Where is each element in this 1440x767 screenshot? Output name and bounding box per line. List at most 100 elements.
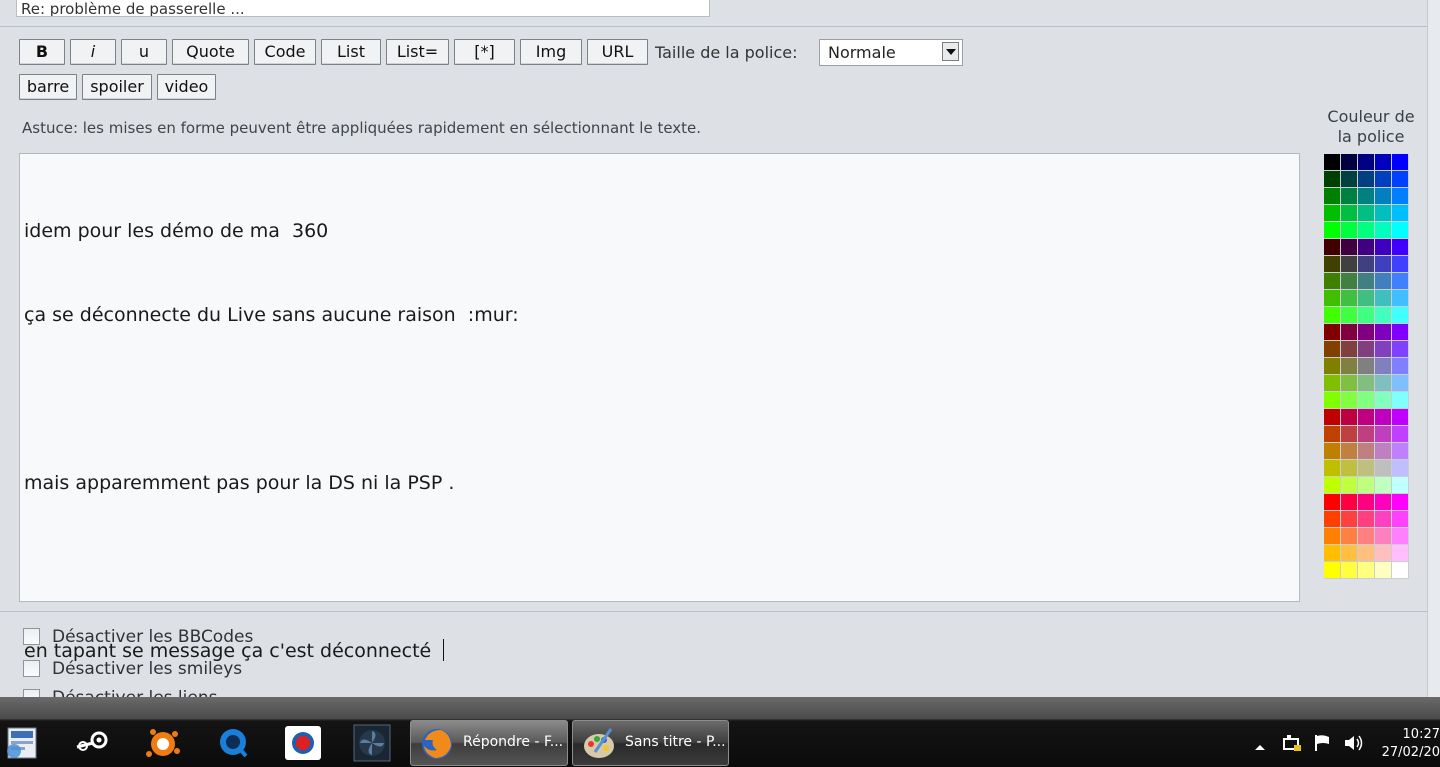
color-swatch[interactable]: [1375, 188, 1392, 205]
color-swatch[interactable]: [1341, 205, 1358, 222]
color-swatch[interactable]: [1392, 256, 1409, 273]
show-hidden-icons-button[interactable]: [1253, 737, 1267, 756]
color-swatch[interactable]: [1358, 307, 1375, 324]
color-swatch[interactable]: [1341, 562, 1358, 579]
color-swatch[interactable]: [1358, 392, 1375, 409]
color-swatch[interactable]: [1358, 562, 1375, 579]
color-swatch[interactable]: [1341, 341, 1358, 358]
color-swatch[interactable]: [1375, 307, 1392, 324]
color-swatch[interactable]: [1375, 460, 1392, 477]
color-swatch[interactable]: [1324, 375, 1341, 392]
color-swatch[interactable]: [1358, 375, 1375, 392]
color-swatch[interactable]: [1375, 290, 1392, 307]
color-swatch[interactable]: [1324, 307, 1341, 324]
taskbar-task-firefox[interactable]: Répondre - F...: [410, 720, 568, 766]
color-swatch[interactable]: [1375, 443, 1392, 460]
color-swatch[interactable]: [1375, 222, 1392, 239]
color-swatch[interactable]: [1341, 392, 1358, 409]
color-swatch[interactable]: [1375, 511, 1392, 528]
color-swatch[interactable]: [1358, 545, 1375, 562]
color-swatch[interactable]: [1341, 511, 1358, 528]
color-swatch[interactable]: [1375, 528, 1392, 545]
color-swatch[interactable]: [1341, 545, 1358, 562]
color-swatch[interactable]: [1392, 273, 1409, 290]
color-swatch[interactable]: [1392, 239, 1409, 256]
color-swatch[interactable]: [1392, 188, 1409, 205]
color-swatch[interactable]: [1341, 375, 1358, 392]
color-swatch[interactable]: [1324, 171, 1341, 188]
color-swatch[interactable]: [1375, 239, 1392, 256]
color-swatch[interactable]: [1375, 494, 1392, 511]
color-swatch[interactable]: [1375, 562, 1392, 579]
color-swatch[interactable]: [1341, 273, 1358, 290]
color-swatch[interactable]: [1341, 460, 1358, 477]
color-swatch[interactable]: [1341, 239, 1358, 256]
color-swatch[interactable]: [1392, 426, 1409, 443]
color-swatch[interactable]: [1375, 426, 1392, 443]
image-button[interactable]: Img: [520, 39, 582, 65]
steam-icon[interactable]: [73, 724, 113, 762]
color-swatch[interactable]: [1324, 477, 1341, 494]
color-swatch[interactable]: [1358, 477, 1375, 494]
color-swatch[interactable]: [1324, 409, 1341, 426]
list-button[interactable]: List: [321, 39, 381, 65]
color-swatch[interactable]: [1392, 562, 1409, 579]
color-swatch[interactable]: [1324, 341, 1341, 358]
color-swatch[interactable]: [1375, 392, 1392, 409]
color-swatch[interactable]: [1392, 375, 1409, 392]
ordered-list-button[interactable]: List=: [386, 39, 449, 65]
color-swatch[interactable]: [1324, 222, 1341, 239]
color-swatch[interactable]: [1392, 477, 1409, 494]
color-swatch[interactable]: [1358, 188, 1375, 205]
color-swatch[interactable]: [1375, 256, 1392, 273]
color-swatch[interactable]: [1375, 273, 1392, 290]
taskbar-task-paint[interactable]: Sans titre - P...: [572, 720, 729, 766]
disable-links-label[interactable]: Désactiver les liens: [52, 686, 217, 697]
color-swatch[interactable]: [1358, 528, 1375, 545]
color-swatch[interactable]: [1375, 154, 1392, 171]
color-swatch[interactable]: [1375, 477, 1392, 494]
color-swatch[interactable]: [1392, 324, 1409, 341]
color-swatch[interactable]: [1324, 205, 1341, 222]
disable-bbcodes-checkbox[interactable]: [23, 628, 40, 645]
color-swatch[interactable]: [1392, 307, 1409, 324]
color-swatch[interactable]: [1358, 409, 1375, 426]
color-swatch[interactable]: [1375, 358, 1392, 375]
color-swatch[interactable]: [1341, 409, 1358, 426]
color-swatch[interactable]: [1358, 256, 1375, 273]
color-swatch[interactable]: [1392, 409, 1409, 426]
color-swatch[interactable]: [1392, 443, 1409, 460]
color-swatch[interactable]: [1375, 341, 1392, 358]
color-swatch[interactable]: [1341, 290, 1358, 307]
color-swatch[interactable]: [1358, 239, 1375, 256]
color-swatch[interactable]: [1324, 460, 1341, 477]
color-swatch[interactable]: [1392, 494, 1409, 511]
color-swatch[interactable]: [1341, 256, 1358, 273]
color-swatch[interactable]: [1358, 171, 1375, 188]
color-swatch[interactable]: [1358, 358, 1375, 375]
color-swatch[interactable]: [1341, 307, 1358, 324]
color-swatch[interactable]: [1341, 426, 1358, 443]
avast-icon[interactable]: [143, 724, 183, 762]
color-swatch[interactable]: [1324, 324, 1341, 341]
color-swatch[interactable]: [1392, 511, 1409, 528]
message-textarea[interactable]: idem pour les démo de ma 360 ça se décon…: [19, 153, 1300, 662]
color-swatch[interactable]: [1341, 171, 1358, 188]
color-swatch[interactable]: [1358, 460, 1375, 477]
fan-app-icon[interactable]: [352, 724, 392, 762]
list-item-button[interactable]: [*]: [454, 39, 515, 65]
color-swatch[interactable]: [1341, 358, 1358, 375]
color-swatch[interactable]: [1392, 205, 1409, 222]
color-swatch[interactable]: [1341, 324, 1358, 341]
color-swatch[interactable]: [1358, 341, 1375, 358]
color-swatch[interactable]: [1392, 528, 1409, 545]
color-swatch[interactable]: [1392, 154, 1409, 171]
disable-smileys-label[interactable]: Désactiver les smileys: [52, 657, 242, 681]
strike-button[interactable]: barre: [19, 74, 77, 100]
color-swatch[interactable]: [1324, 256, 1341, 273]
color-swatch[interactable]: [1324, 562, 1341, 579]
color-swatch[interactable]: [1324, 528, 1341, 545]
subject-input[interactable]: Re: problème de passerelle ...: [16, 0, 710, 17]
red-cross-app-icon[interactable]: [283, 724, 323, 762]
color-swatch[interactable]: [1358, 494, 1375, 511]
